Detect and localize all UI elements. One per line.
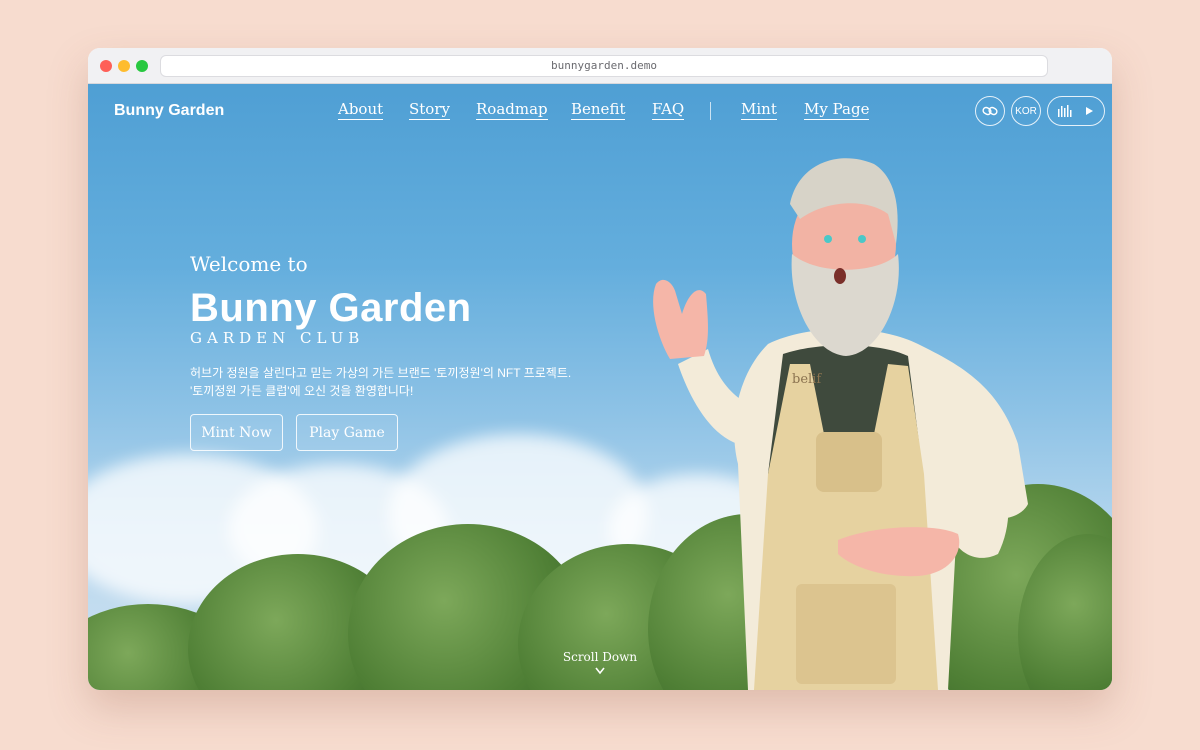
mint-now-button[interactable]: Mint Now: [190, 414, 283, 451]
wallet-link-button[interactable]: [975, 96, 1005, 126]
hero-description: 허브가 정원을 살린다고 믿는 가상의 가든 브랜드 '토끼정원'의 NFT 프…: [190, 364, 610, 400]
play-game-button[interactable]: Play Game: [296, 414, 398, 451]
nav-about[interactable]: About: [338, 100, 384, 120]
hero-title: Bunny Garden: [190, 286, 472, 330]
maximize-window-button[interactable]: [136, 60, 148, 72]
minimize-window-button[interactable]: [118, 60, 130, 72]
gardener-character-illustration: [653, 158, 1028, 690]
nav-divider: [710, 102, 711, 120]
main-nav: About Story Roadmap Benefit FAQ Mint My …: [338, 100, 878, 124]
close-window-button[interactable]: [100, 60, 112, 72]
hero-subtitle: GARDEN CLUB: [190, 329, 365, 347]
brand-logo[interactable]: Bunny Garden: [114, 102, 224, 120]
hero-section: belif Bunny Garden About Story Roadmap B…: [88, 84, 1112, 690]
browser-chrome: bunnygarden.demo: [88, 48, 1112, 84]
hero-welcome: Welcome to: [190, 252, 308, 276]
hero-description-line: 허브가 정원을 살린다고 믿는 가상의 가든 브랜드 '토끼정원'의 NFT 프…: [190, 366, 572, 380]
nav-mint[interactable]: Mint: [741, 100, 777, 120]
hero-description-line: '토끼정원 가든 클럽'에 오신 것을 환영합니다!: [190, 384, 414, 398]
nav-benefit[interactable]: Benefit: [571, 100, 626, 120]
chevron-down-icon: [595, 667, 605, 675]
link-icon: [982, 106, 998, 116]
equalizer-icon: [1058, 105, 1072, 117]
scroll-down-label: Scroll Down: [562, 650, 638, 664]
scroll-down-indicator[interactable]: Scroll Down: [550, 650, 650, 678]
browser-window: bunnygarden.demo belif Bunny Garden Abou…: [88, 48, 1112, 690]
music-player-button[interactable]: [1047, 96, 1105, 126]
apron-logo: belif: [792, 372, 822, 387]
nav-faq[interactable]: FAQ: [652, 100, 685, 120]
nav-my-page[interactable]: My Page: [804, 100, 870, 120]
play-icon: [1086, 107, 1093, 115]
language-toggle[interactable]: KOR: [1011, 96, 1041, 126]
nav-story[interactable]: Story: [409, 100, 450, 120]
nav-roadmap[interactable]: Roadmap: [476, 100, 548, 120]
address-bar[interactable]: bunnygarden.demo: [160, 55, 1048, 77]
